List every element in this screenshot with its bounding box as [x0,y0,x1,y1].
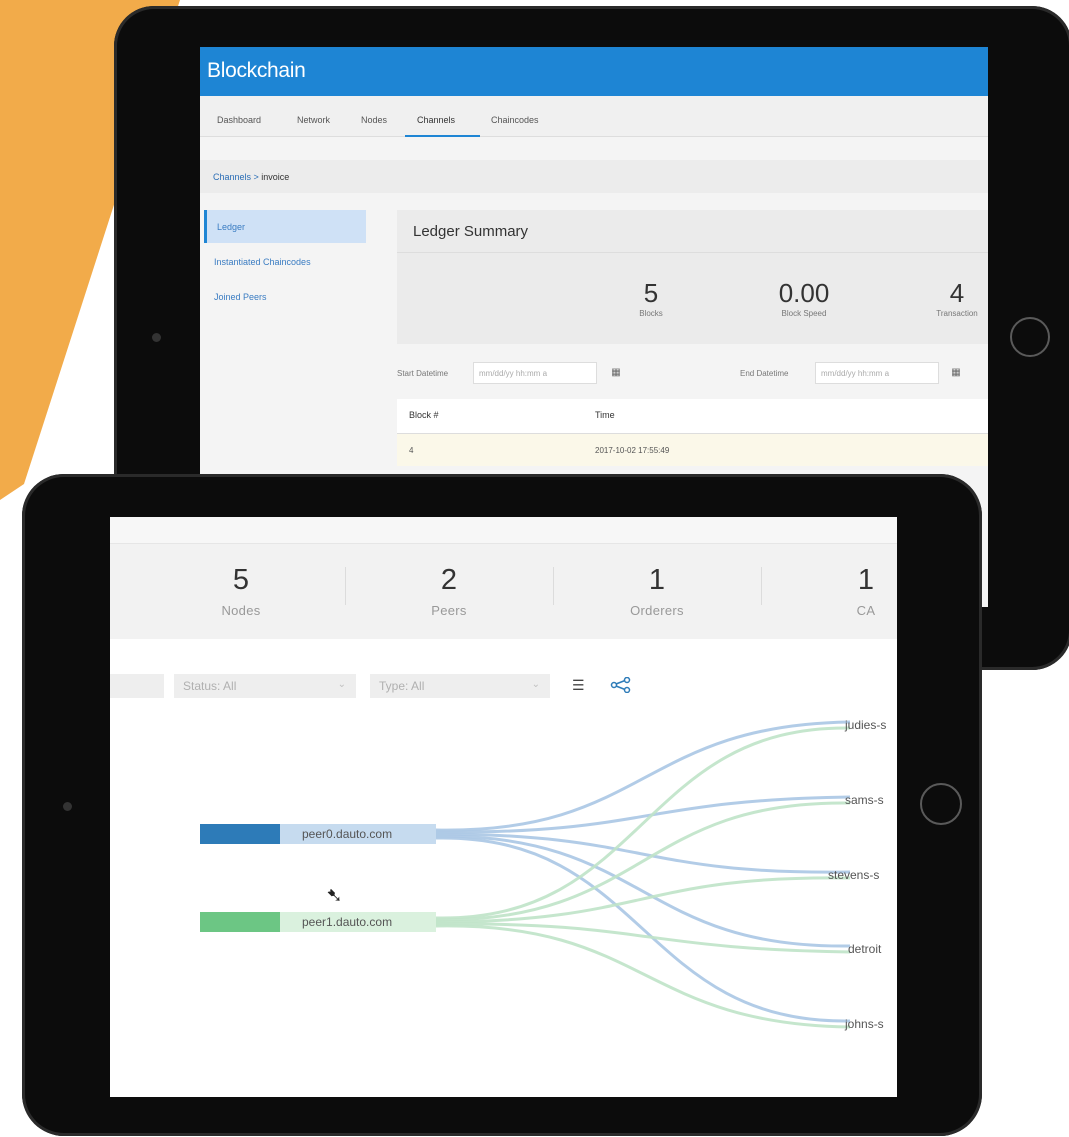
calendar-icon[interactable]: ▦ [605,362,627,384]
end-datetime-input[interactable]: mm/dd/yy hh:mm a [815,362,939,384]
sidebar-item-joined-peers[interactable]: Joined Peers [204,280,366,313]
sidebar-item-ledger[interactable]: Ledger [204,210,366,243]
breadcrumb: Channels > invoice [213,172,289,182]
table-row[interactable] [397,434,988,466]
column-header-block[interactable]: Block # [409,410,439,420]
app-header: Blockchain [200,47,988,96]
column-header-time[interactable]: Time [595,410,615,420]
front-tablet-home-button[interactable] [920,783,962,825]
breadcrumb-current: invoice [261,172,290,182]
tab-channels[interactable]: Channels [417,115,455,125]
back-tablet-camera [152,333,161,342]
ledger-summary-title: Ledger Summary [413,223,529,240]
tab-dashboard[interactable]: Dashboard [217,115,261,125]
peer0-node[interactable] [200,824,280,844]
sidebar-item-label: Instantiated Chaincodes [214,257,311,267]
start-datetime-input[interactable]: mm/dd/yy hh:mm a [473,362,597,384]
sidebar-item-label: Joined Peers [214,292,267,302]
tab-network[interactable]: Network [297,115,330,125]
link-edge [435,720,851,832]
mouse-cursor-icon: ➷ [326,885,343,907]
network-graph [435,720,851,1029]
stat-transactions-value: 4 [949,278,965,308]
calendar-icon[interactable]: ▦ [945,362,967,384]
back-tablet-home-button[interactable] [1010,317,1050,357]
link-edge [435,801,851,922]
front-tablet-camera [63,802,72,811]
stat-block-speed-value: 0.00 [778,278,830,308]
link-edge [435,924,851,1029]
ledger-summary-panel: Ledger Summary [397,210,988,344]
peer1-label: peer1.dauto.com [302,915,393,929]
peer1-node[interactable] [200,912,280,932]
top-nav: Dashboard Network Nodes Channels Chainco… [200,96,988,137]
stat-blocks-label: Blocks [639,309,663,318]
breadcrumb-parent[interactable]: Channels [213,172,251,182]
divider [397,252,988,253]
breadcrumb-separator: > [251,172,262,182]
table-cell-time: 2017-10-02 17:55:49 [595,446,670,455]
peer0-label: peer0.dauto.com [302,827,393,841]
target-node-label[interactable]: sams-s [845,793,884,807]
sidebar-item-label: Ledger [217,222,246,232]
breadcrumb-bar [200,160,988,193]
table-header [397,399,988,434]
start-datetime-placeholder: mm/dd/yy hh:mm a [479,369,548,378]
end-datetime-placeholder: mm/dd/yy hh:mm a [821,369,890,378]
stat-transactions-label: Transaction [936,309,978,318]
target-node-label[interactable]: judies-s [845,718,886,732]
link-edge [435,726,851,920]
front-tablet-screen: 5 Nodes 2 Peers 1 Orderers 1 CA Status: … [110,517,897,1097]
target-node-label[interactable]: detroit [848,942,881,956]
stat-block-speed-label: Block Speed [781,309,827,318]
stat-blocks-value: 5 [643,278,659,308]
tab-nodes[interactable]: Nodes [361,115,387,125]
tab-chaincodes[interactable]: Chaincodes [491,115,539,125]
target-node-label[interactable]: stevens-s [828,868,879,882]
sidebar-item-instantiated-chaincodes[interactable]: Instantiated Chaincodes [204,245,366,278]
target-node-label[interactable]: johns-s [845,1017,884,1031]
active-tab-indicator [405,135,480,137]
start-datetime-label: Start Datetime [397,369,449,378]
table-cell-block: 4 [409,446,414,455]
end-datetime-label: End Datetime [740,369,789,378]
app-title: Blockchain [207,59,306,82]
